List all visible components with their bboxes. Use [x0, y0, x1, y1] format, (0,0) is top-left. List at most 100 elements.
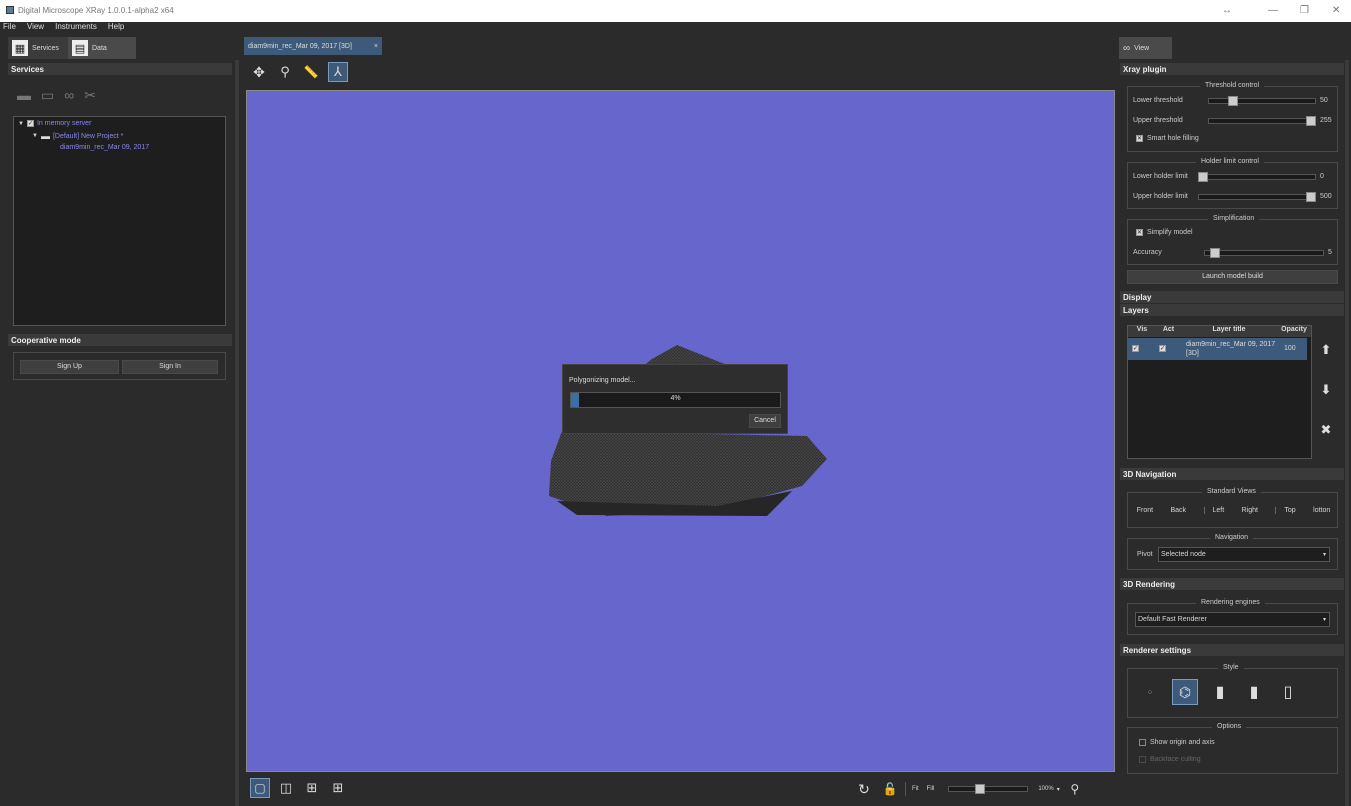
view-right-button[interactable]: Right	[1242, 507, 1258, 514]
services-tree: ▼ ✓ In memory server ▼ ▬ [Default] New P…	[13, 116, 226, 326]
slider-handle[interactable]	[1198, 172, 1208, 182]
folder-icon: ▬	[40, 131, 50, 141]
resize-icon[interactable]: ↔	[1222, 5, 1232, 16]
view-back-button[interactable]: Back	[1171, 507, 1187, 514]
show-origin-checkbox[interactable]	[1139, 739, 1146, 746]
right-scrollbar[interactable]	[1345, 60, 1349, 806]
slider-handle[interactable]	[1209, 248, 1220, 258]
app-icon	[6, 6, 14, 14]
backface-option: Backface culling	[1139, 756, 1201, 763]
smart-hole-filling[interactable]: ✕ Smart hole filling	[1136, 135, 1199, 142]
reset-view-icon[interactable]: ↻	[855, 781, 873, 798]
glasses-icon: ∞	[1123, 42, 1131, 54]
split-four-icon[interactable]: ⊞	[328, 778, 348, 798]
active-checkbox[interactable]: ✓	[1159, 345, 1166, 352]
slider-handle[interactable]	[1227, 96, 1238, 106]
tab-services-label: Services	[32, 44, 59, 52]
standard-views-group: Standard Views Front Back Left Right Top…	[1127, 488, 1338, 528]
simplify-checkbox[interactable]: ✕	[1136, 229, 1143, 236]
visible-checkbox[interactable]: ✓	[1132, 345, 1139, 352]
zoom-value[interactable]: 100%	[1038, 786, 1053, 792]
layout-buttons: ▢ ◫ ⊞ ⊞	[250, 778, 348, 798]
zoom-icon[interactable]: ⚲	[276, 63, 294, 81]
accuracy-slider[interactable]	[1204, 248, 1324, 258]
lower-threshold-value: 50	[1320, 97, 1328, 104]
fill-button[interactable]: Fill	[927, 786, 935, 792]
minimize-button[interactable]: —	[1268, 5, 1278, 16]
lower-threshold-slider[interactable]	[1208, 96, 1316, 106]
open-folder-icon[interactable]: ▬	[17, 87, 31, 105]
left-splitter[interactable]	[235, 60, 239, 806]
expand-icon[interactable]: ▼	[18, 121, 24, 127]
maximize-button[interactable]: ❐	[1300, 5, 1309, 16]
fit-button[interactable]: Fit	[912, 786, 919, 792]
engine-value: Default Fast Renderer	[1138, 616, 1207, 623]
remove-layer-icon[interactable]: ✖	[1318, 422, 1334, 438]
zoom-handle[interactable]	[974, 784, 985, 794]
view-front-button[interactable]: Front	[1137, 507, 1153, 514]
document-tab[interactable]: diam9min_rec_Mar 09, 2017 [3D] ×	[244, 37, 382, 55]
sign-in-button[interactable]: Sign In	[122, 360, 218, 374]
col-title: Layer title	[1212, 326, 1246, 333]
link-icon[interactable]: ∞	[64, 87, 74, 105]
solid-style-icon[interactable]: ▮	[1208, 680, 1232, 704]
slider-handle[interactable]	[1306, 192, 1316, 202]
simplification-group: Simplification ✕ Simplify model Accuracy…	[1127, 215, 1338, 265]
layers-table: Vis Act Layer title Opacity ✓ ✓ diam9min…	[1127, 325, 1312, 459]
engine-select[interactable]: Default Fast Renderer ▾	[1135, 612, 1330, 627]
tree-node-dataset[interactable]: diam9min_rec_Mar 09, 2017	[60, 144, 149, 151]
tree-node-project[interactable]: ▼ ▬ [Default] New Project *	[32, 131, 123, 141]
zoom-fit-icon[interactable]: ⚲	[1066, 782, 1084, 796]
view-left-button[interactable]: Left	[1203, 507, 1224, 514]
upper-holder-slider[interactable]	[1198, 192, 1316, 202]
chevron-down-icon: ▾	[1322, 552, 1326, 558]
lock-icon[interactable]: 🔓	[881, 782, 899, 796]
table-row[interactable]: ✓ ✓ diam9min_rec_Mar 09, 2017 [3D] 100	[1128, 338, 1307, 360]
axes-icon[interactable]: ⅄	[328, 62, 348, 82]
menu-file[interactable]: File	[3, 22, 16, 31]
textured-style-icon[interactable]: ▯	[1276, 680, 1300, 704]
rendering-engines-title: Rendering engines	[1196, 599, 1265, 606]
pivot-select[interactable]: Selected node ▾	[1158, 547, 1330, 562]
unlink-icon[interactable]: ✂	[84, 87, 96, 105]
smart-hole-checkbox[interactable]: ✕	[1136, 135, 1143, 142]
launch-model-build-button[interactable]: Launch model build	[1127, 270, 1338, 284]
cancel-button[interactable]: Cancel	[749, 414, 781, 428]
lower-holder-value: 0	[1320, 173, 1324, 180]
slider-handle[interactable]	[1306, 116, 1316, 126]
tree-node-server[interactable]: ▼ ✓ In memory server	[18, 120, 91, 127]
tab-services[interactable]: ▦ Services	[8, 37, 68, 59]
smooth-style-icon[interactable]: ▮	[1242, 680, 1266, 704]
simplify-model[interactable]: ✕ Simplify model	[1136, 229, 1193, 236]
split-three-icon[interactable]: ⊞	[302, 778, 322, 798]
zoom-dropdown-icon[interactable]: ▾	[1057, 786, 1060, 793]
style-group: Style ⁘ ⌬ ▮ ▮ ▯	[1127, 664, 1338, 718]
close-button[interactable]: ✕	[1332, 5, 1340, 16]
zoom-slider[interactable]	[948, 784, 1029, 794]
close-tab-icon[interactable]: ×	[374, 43, 378, 50]
tab-data[interactable]: ▤ Data	[68, 37, 136, 59]
menu-instruments[interactable]: Instruments	[55, 22, 97, 31]
sign-up-button[interactable]: Sign Up	[20, 360, 119, 374]
move-down-icon[interactable]: ⬇	[1318, 382, 1334, 398]
move-up-icon[interactable]: ⬆	[1318, 342, 1334, 358]
ruler-icon[interactable]: 📏	[302, 63, 320, 81]
expand-icon[interactable]: ▼	[32, 133, 38, 139]
view-bottom-button[interactable]: lotton	[1313, 507, 1330, 514]
single-view-icon[interactable]: ▢	[250, 778, 270, 798]
menu-view[interactable]: View	[27, 22, 44, 31]
pan-icon[interactable]: ✥	[250, 63, 268, 81]
layers-header-row: Vis Act Layer title Opacity	[1128, 326, 1311, 337]
points-style-icon[interactable]: ⁘	[1138, 680, 1162, 704]
upper-threshold-slider[interactable]	[1208, 116, 1316, 126]
lower-holder-slider[interactable]	[1198, 172, 1316, 182]
tab-view[interactable]: ∞ View	[1119, 37, 1172, 59]
wireframe-style-icon[interactable]: ⌬	[1172, 679, 1198, 705]
menu-help[interactable]: Help	[108, 22, 124, 31]
menu-bar: File View Instruments Help	[0, 22, 240, 34]
view-top-button[interactable]: Top	[1275, 507, 1296, 514]
show-origin-option[interactable]: Show origin and axis	[1139, 739, 1215, 746]
split-two-icon[interactable]: ◫	[276, 778, 296, 798]
folder-icon[interactable]: ▭	[41, 87, 54, 105]
server-checkbox[interactable]: ✓	[26, 120, 34, 127]
